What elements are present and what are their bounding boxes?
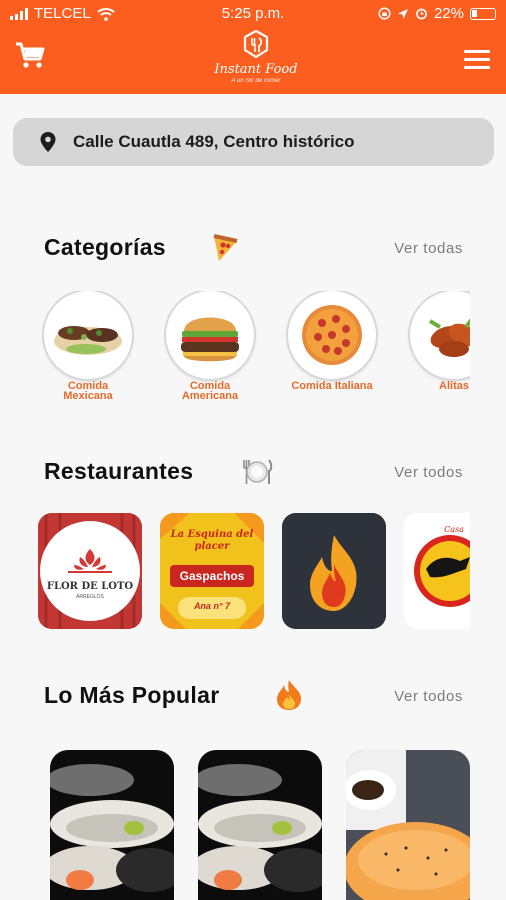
restaurant-name: FLOR DE LOTO	[46, 581, 134, 592]
alarm-icon	[416, 8, 427, 20]
cart-icon[interactable]	[14, 40, 46, 70]
popular-title: Lo Más Popular	[44, 682, 220, 708]
categories-carousel[interactable]: Comida Mexicana Comida Americana Comida …	[38, 291, 470, 406]
address-bar[interactable]: Calle Cuautla 489, Centro histórico	[13, 118, 494, 166]
restaurants-title: Restaurantes	[44, 458, 194, 484]
hamburger-menu-icon[interactable]	[464, 50, 490, 70]
sushi-image	[198, 750, 322, 900]
restaurant-card[interactable]	[282, 513, 386, 629]
restaurants-carousel[interactable]: FLOR DE LOTO ARREGLOS La Esquina del pla…	[38, 513, 470, 629]
flor-de-loto-logo	[38, 513, 142, 629]
sushi-roll-image	[346, 750, 470, 900]
fire-icon	[277, 680, 302, 710]
battery-icon	[470, 7, 496, 20]
wings-icon	[410, 291, 470, 379]
restaurant-note: Ana n° 7	[193, 601, 231, 611]
burger-icon	[166, 291, 254, 379]
restaurant-card[interactable]: La Esquina del placer Gaspachos Ana n° 7	[160, 513, 264, 629]
brand-name: Instant Food	[214, 62, 298, 77]
logo-mark-icon	[243, 29, 269, 59]
restaurants-see-all-link[interactable]: Ver todos	[394, 464, 463, 481]
category-label: Comida Mexicana	[63, 380, 113, 402]
popular-carousel[interactable]	[38, 750, 470, 900]
categories-see-all-link[interactable]: Ver todas	[394, 240, 463, 257]
sushi-image	[50, 750, 174, 900]
popular-see-all-link[interactable]: Ver todos	[394, 688, 463, 705]
pizza-slice-icon	[213, 234, 238, 261]
restaurant-subtitle: Gaspachos	[179, 569, 245, 583]
plate-cutlery-icon	[243, 459, 273, 484]
restaurant-card[interactable]: Casa	[404, 513, 470, 629]
address-text: Calle Cuautla 489, Centro histórico	[73, 132, 355, 151]
popular-item-card[interactable]	[50, 750, 174, 900]
brand-logo: Instant Food A un clic de comer	[210, 29, 302, 90]
rotation-lock-icon	[378, 7, 391, 20]
popular-item-card[interactable]	[346, 750, 470, 900]
flame-logo-icon	[282, 513, 386, 629]
category-label: Comida Americana	[181, 380, 239, 402]
location-arrow-icon	[397, 8, 408, 19]
restaurant-subtitle: ARREGLOS	[76, 594, 104, 600]
categories-title: Categorías	[44, 234, 166, 260]
category-label: Comida Italiana	[291, 380, 373, 392]
restaurant-name: La Esquina del placer	[170, 529, 254, 552]
restaurant-name: Casa	[444, 525, 464, 534]
battery-percent: 22%	[433, 5, 464, 22]
restaurant-card[interactable]: FLOR DE LOTO ARREGLOS	[38, 513, 142, 629]
brand-tagline: A un clic de comer	[231, 78, 281, 84]
app-header: TELCEL 5:25 p.m. 22% Instant Food A un c…	[0, 0, 506, 94]
status-bar: TELCEL 5:25 p.m. 22%	[0, 0, 506, 28]
category-label: Alitas	[439, 380, 469, 392]
tacos-icon	[44, 291, 132, 379]
pizza-icon	[288, 291, 376, 379]
popular-item-card[interactable]	[198, 750, 322, 900]
location-pin-icon	[40, 132, 56, 152]
